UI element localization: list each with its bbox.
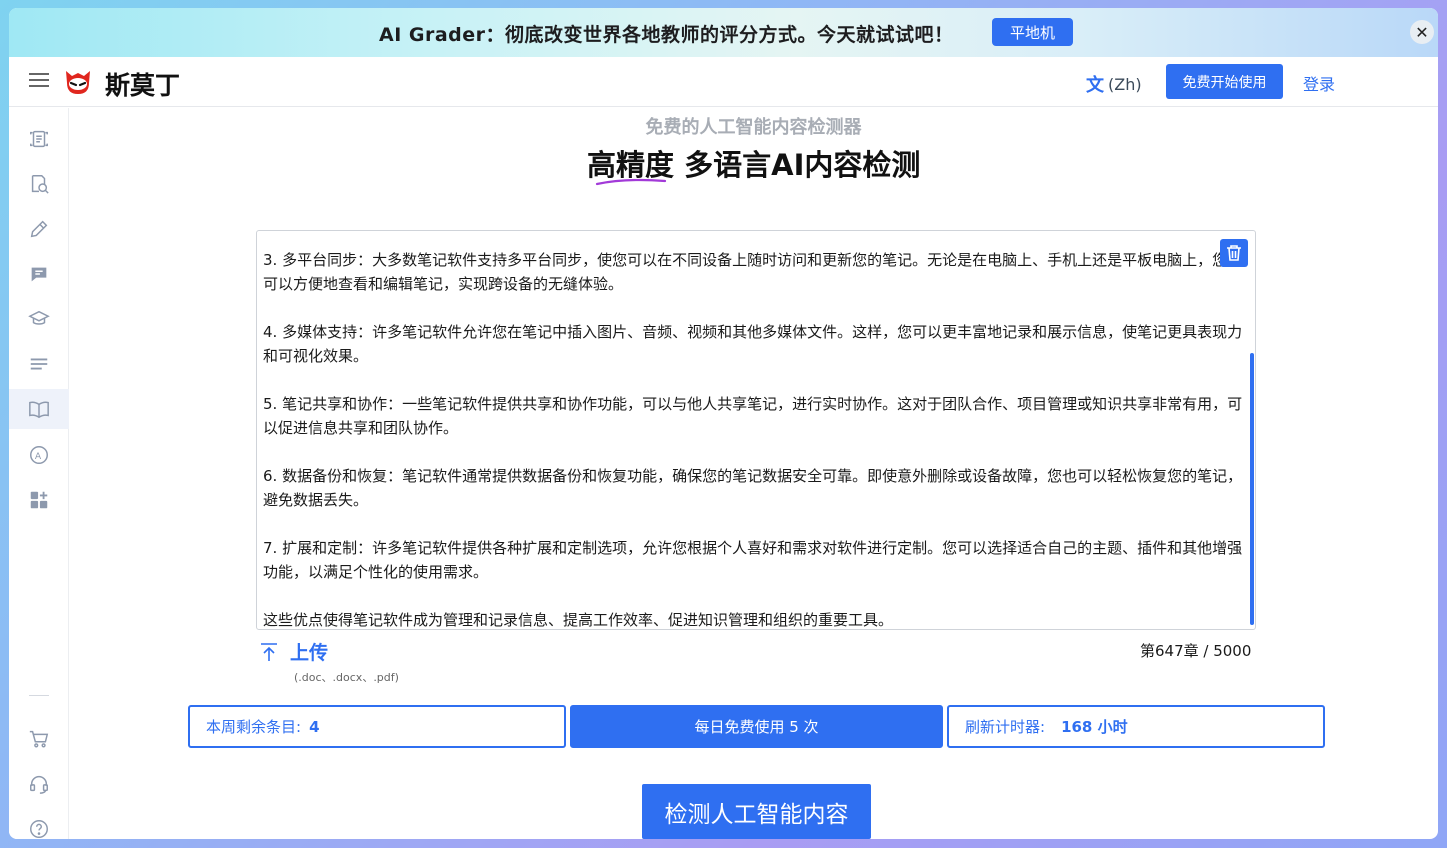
- editor-paragraph: 3. 多平台同步：大多数笔记软件支持多平台同步，使您可以在不同设备上随时访问和更…: [263, 251, 1243, 293]
- chat-icon[interactable]: [9, 254, 69, 294]
- language-switcher[interactable]: 文 (Zh): [1086, 71, 1142, 97]
- banner-grader-button[interactable]: 平地机: [992, 18, 1073, 46]
- menu-icon[interactable]: [29, 73, 49, 89]
- daily-free-box: 每日免费使用 5 次: [570, 705, 943, 748]
- upload-label: 上传: [290, 642, 329, 664]
- detect-ai-content-button[interactable]: 检测人工智能内容: [642, 784, 871, 839]
- start-free-button[interactable]: 免费开始使用: [1166, 64, 1283, 99]
- title-underline-decoration: [595, 178, 667, 186]
- editor-content[interactable]: 3. 多平台同步：大多数笔记软件支持多平台同步，使您可以在不同设备上随时访问和更…: [263, 248, 1243, 629]
- top-header: 斯莫丁 文 (Zh) 免费开始使用 登录: [9, 57, 1438, 107]
- upload-button[interactable]: 上传: [260, 638, 328, 665]
- promo-banner: AI Grader：彻底改变世界各地教师的评分方式。今天就试试吧！ 平地机 ✕: [9, 8, 1438, 57]
- banner-text: AI Grader：彻底改变世界各地教师的评分方式。今天就试试吧！: [379, 24, 954, 46]
- page-subtitle: 免费的人工智能内容检测器: [645, 117, 862, 138]
- research-icon[interactable]: [9, 164, 69, 204]
- brand-name[interactable]: 斯莫丁: [105, 66, 180, 102]
- headset-icon[interactable]: [9, 764, 69, 804]
- upload-formats: (.doc、.docx、.pdf): [294, 671, 399, 684]
- daily-free-label: 每日免费使用 5 次: [694, 718, 819, 736]
- title-rest: 多语言AI内容检测: [684, 148, 921, 182]
- text-input-area[interactable]: 3. 多平台同步：大多数笔记软件支持多平台同步，使您可以在不同设备上随时访问和更…: [256, 230, 1256, 630]
- graduation-cap-icon[interactable]: [9, 299, 69, 339]
- editor-paragraph: 5. 笔记共享和协作：一些笔记软件提供共享和协作功能，可以与他人共享笔记，进行实…: [263, 395, 1243, 437]
- close-icon[interactable]: ✕: [1410, 20, 1434, 44]
- remaining-entries-box: 本周剩余条目: 4: [188, 705, 566, 748]
- ai-circle-icon[interactable]: A: [9, 435, 69, 475]
- refresh-value: 168 小时: [1061, 718, 1128, 736]
- open-book-icon[interactable]: [9, 389, 69, 429]
- remaining-value: 4: [309, 717, 320, 736]
- svg-text:A: A: [35, 451, 42, 462]
- text-lines-icon[interactable]: [9, 344, 69, 384]
- app-window: AI Grader：彻底改变世界各地教师的评分方式。今天就试试吧！ 平地机 ✕ …: [9, 8, 1438, 839]
- editor-scrollbar[interactable]: [1250, 353, 1254, 625]
- remaining-label: 本周剩余条目:: [206, 718, 302, 736]
- apps-grid-icon[interactable]: [9, 480, 69, 520]
- cart-icon[interactable]: [9, 719, 69, 759]
- pencil-icon[interactable]: [9, 209, 69, 249]
- editor-paragraph: 6. 数据备份和恢复：笔记软件通常提供数据备份和恢复功能，确保您的笔记数据安全可…: [263, 467, 1243, 509]
- logo-icon: [66, 71, 90, 94]
- word-counter: 第647章 / 5000: [1140, 642, 1252, 660]
- editor-paragraph: 4. 多媒体支持：许多笔记软件允许您在笔记中插入图片、音频、视频和其他多媒体文件…: [263, 323, 1243, 365]
- sidebar: A: [9, 108, 69, 839]
- editor-paragraph: 7. 扩展和定制：许多笔记软件提供各种扩展和定制选项，允许您根据个人喜好和需求对…: [263, 539, 1243, 581]
- refresh-label: 刷新计时器:: [965, 718, 1046, 736]
- editor-paragraph: 这些优点使得笔记软件成为管理和记录信息、提高工作效率、促进知识管理和组织的重要工…: [263, 611, 894, 629]
- trash-icon[interactable]: [1220, 239, 1248, 267]
- upload-arrow-icon: [261, 642, 277, 661]
- login-link[interactable]: 登录: [1303, 71, 1335, 95]
- translate-icon: 文: [1086, 75, 1104, 96]
- help-icon[interactable]: [9, 809, 69, 839]
- refresh-timer-box: 刷新计时器: 168 小时: [947, 705, 1325, 748]
- language-label: (Zh): [1108, 74, 1142, 94]
- sidebar-divider: [29, 695, 49, 696]
